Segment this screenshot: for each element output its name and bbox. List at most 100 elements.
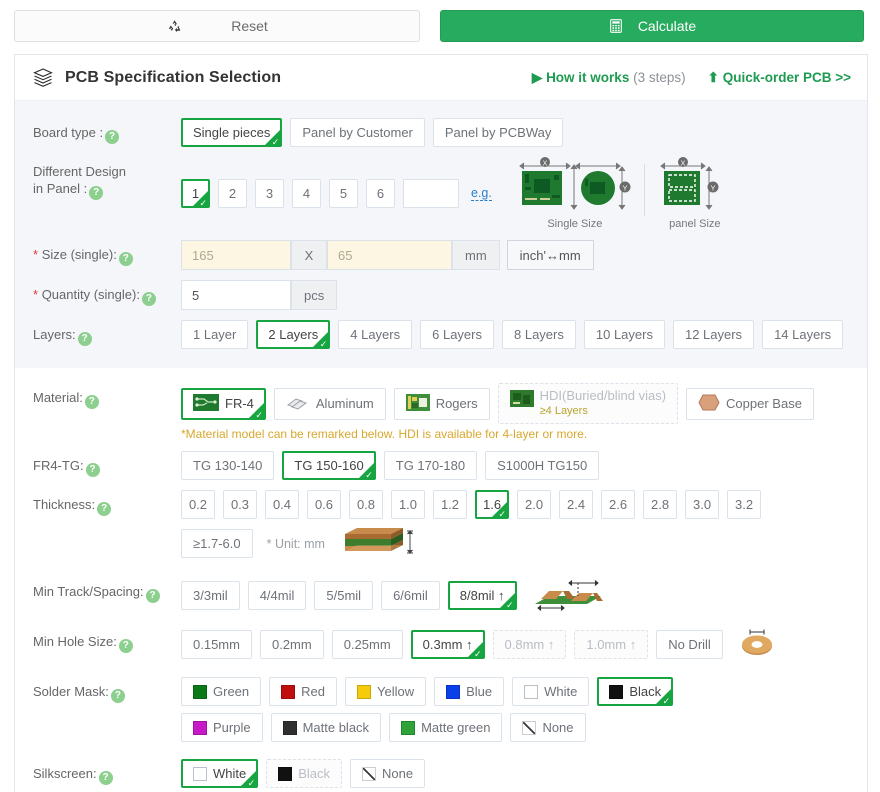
option-track-6-6mil[interactable]: 6/6mil [381,581,440,610]
option-14-layers[interactable]: 14 Layers [762,320,844,349]
option-mask-yellow[interactable]: Yellow [345,677,427,706]
min-track-options: 3/3mil 4/4mil 5/5mil 6/6mil 8/8mil ↑ [181,577,867,614]
option-design-4[interactable]: 4 [292,179,321,208]
how-it-works-steps: (3 steps) [633,69,686,85]
help-icon-material[interactable]: ? [84,395,99,409]
option-hole-0-25mm[interactable]: 0.25mm [331,630,403,659]
option-2-layers[interactable]: 2 Layers [256,320,331,349]
help-icon-min-track[interactable]: ? [145,589,160,603]
help-icon-size[interactable]: ? [118,252,133,266]
option-track-5-5mil[interactable]: 5/5mil [314,581,374,610]
calculate-button[interactable]: Calculate [440,10,864,42]
option-hole-0-3mm[interactable]: 0.3mm ↑ [410,630,485,659]
unit-convert-button[interactable]: inch'↔mm [506,240,594,270]
help-icon-fr4-tg[interactable]: ? [85,463,100,477]
option-single-pieces[interactable]: Single pieces [181,118,283,147]
row-different-design: Different Design in Panel :? 1 2 3 4 5 6… [15,152,867,235]
option-design-2[interactable]: 2 [218,179,247,208]
option-hole-no-drill[interactable]: No Drill [656,630,723,659]
option-thickness-0-3[interactable]: 0.3 [223,490,257,519]
option-mask-blue[interactable]: Blue [434,677,505,706]
option-design-6[interactable]: 6 [366,179,395,208]
option-thickness-0-2[interactable]: 0.2 [181,490,215,519]
option-tg-130-140[interactable]: TG 130-140 [181,451,275,480]
option-mask-green[interactable]: Green [181,677,262,706]
option-silkscreen-black[interactable]: Black [266,759,343,788]
option-thickness-0-8[interactable]: 0.8 [349,490,383,519]
option-thickness-3-2[interactable]: 3.2 [727,490,762,519]
reset-button[interactable]: Reset [14,10,420,42]
option-track-8-8mil[interactable]: 8/8mil ↑ [447,581,517,610]
option-thickness-1-2[interactable]: 1.2 [433,490,467,519]
option-hole-0-2mm[interactable]: 0.2mm [259,630,324,659]
option-thickness-0-6[interactable]: 0.6 [307,490,341,519]
size-height-input[interactable] [327,240,452,270]
option-track-4-4mil[interactable]: 4/4mil [247,581,307,610]
option-4-layers[interactable]: 4 Layers [338,320,413,349]
option-thickness-2-0[interactable]: 2.0 [517,490,552,519]
quick-order-link[interactable]: ⬆ Quick-order PCB >> [708,70,851,86]
option-thickness-3-0[interactable]: 3.0 [685,490,720,519]
help-icon-board-type[interactable]: ? [105,130,120,144]
thickness-extra-spacer [33,525,181,531]
option-hole-0-8mm[interactable]: 0.8mm ↑ [492,630,567,659]
option-tg-170-180[interactable]: TG 170-180 [383,451,478,480]
option-tg-150-160[interactable]: TG 150-160 [282,451,376,480]
option-material-aluminum[interactable]: Aluminum [273,387,386,420]
different-design-custom-input[interactable] [403,179,459,208]
aluminum-sheets-icon [286,394,310,414]
option-mask-matte-black[interactable]: Matte black [270,713,382,742]
option-panel-by-pcbway[interactable]: Panel by PCBWay [432,118,564,147]
layers-label: Layers:? [33,320,181,346]
play-triangle-icon: ▶ [531,69,543,85]
option-thickness-2-4[interactable]: 2.4 [559,490,594,519]
option-thickness-0-4[interactable]: 0.4 [265,490,299,519]
help-icon-min-hole[interactable]: ? [118,639,133,653]
help-icon-different-design[interactable]: ? [89,186,104,200]
option-material-rogers[interactable]: Rogers [393,387,490,420]
option-panel-by-customer[interactable]: Panel by Customer [290,118,425,147]
option-mask-black[interactable]: Black [597,677,674,706]
option-1-layer[interactable]: 1 Layer [181,320,249,349]
option-s1000h-tg150[interactable]: S1000H TG150 [485,451,600,480]
option-hole-1-0mm[interactable]: 1.0mm ↑ [574,630,649,659]
reset-label: Reset [231,18,268,34]
option-6-layers[interactable]: 6 Layers [420,320,494,349]
option-material-hdi[interactable]: HDI(Buried/blind vias) ≥4 Layers [497,383,679,424]
option-thickness-1-6[interactable]: 1.6 [475,490,510,519]
how-it-works-link[interactable]: ▶ How it works (3 steps) [532,70,686,86]
option-design-3[interactable]: 3 [255,179,284,208]
option-material-copper-base[interactable]: Copper Base [686,387,814,420]
fr4-tg-options: TG 130-140 TG 150-160 TG 170-180 S1000H … [181,451,867,480]
option-10-layers[interactable]: 10 Layers [583,320,665,349]
option-thickness-2-8[interactable]: 2.8 [643,490,678,519]
option-mask-purple[interactable]: Purple [181,713,263,742]
example-link[interactable]: e.g. [471,186,492,201]
size-width-input[interactable] [181,240,291,270]
option-mask-red[interactable]: Red [269,677,337,706]
option-mask-white[interactable]: White [512,677,590,706]
option-material-fr4[interactable]: FR-4 [181,387,266,420]
option-mask-matte-green[interactable]: Matte green [389,713,503,742]
option-12-layers[interactable]: 12 Layers [672,320,755,349]
option-thickness-1-0[interactable]: 1.0 [391,490,425,519]
help-icon-layers[interactable]: ? [77,332,92,346]
help-icon-quantity[interactable]: ? [141,292,156,306]
option-track-3-3mil[interactable]: 3/3mil [181,581,240,610]
option-thickness-2-6[interactable]: 2.6 [601,490,636,519]
quantity-inputs: pcs [181,280,867,310]
panel-header: PCB Specification Selection ▶ How it wor… [15,55,867,101]
option-silkscreen-white[interactable]: White [181,759,259,788]
quantity-input[interactable] [181,280,291,310]
option-hole-0-15mm[interactable]: 0.15mm [181,630,252,659]
help-icon-solder-mask[interactable]: ? [110,689,125,703]
option-mask-none[interactable]: None [510,713,586,742]
how-it-works-label: How it works [546,69,630,85]
option-design-5[interactable]: 5 [329,179,358,208]
option-8-layers[interactable]: 8 Layers [502,320,576,349]
option-thickness-range[interactable]: ≥1.7-6.0 [181,529,253,558]
help-icon-silkscreen[interactable]: ? [98,771,113,785]
option-design-1[interactable]: 1 [181,179,210,208]
help-icon-thickness[interactable]: ? [97,502,112,516]
option-silkscreen-none[interactable]: None [350,759,426,788]
